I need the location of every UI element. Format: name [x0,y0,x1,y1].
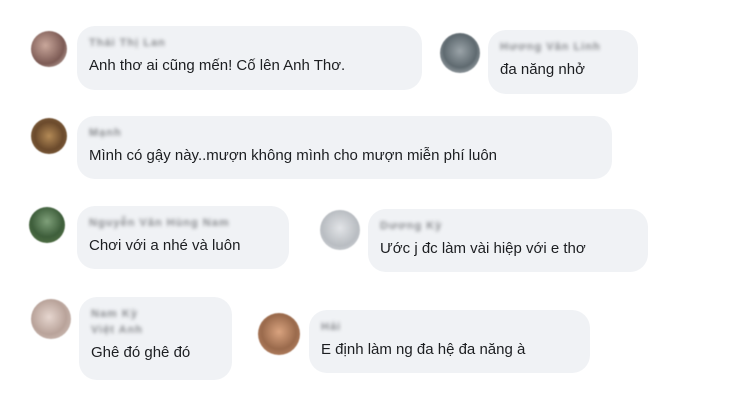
commenter-name[interactable]: Nguyễn Văn Hùng Nam [89,216,277,230]
avatar[interactable] [258,313,300,355]
comment-text: Ước j đc làm vài hiệp với e thơ [380,240,586,257]
commenter-name[interactable]: Hương Văn Linh [500,40,626,54]
avatar[interactable] [31,299,71,339]
comment-text: Ghê đó ghê đó [91,344,191,361]
commenter-name[interactable]: Mạnh [89,126,600,140]
comment-bubble: Mạnh Mình có gậy này..mượn không mình ch… [77,116,612,179]
avatar[interactable] [29,207,65,243]
commenter-name-secondary[interactable]: Việt Anh [91,323,220,337]
commenter-name[interactable]: Hải [321,320,578,334]
comment-text: Mình có gậy này..mượn không mình cho mượ… [89,147,498,164]
comment-bubble: Thái Thị Lan Anh thơ ai cũng mến! Cố lên… [77,26,422,90]
commenter-name[interactable]: Dương Kỳ [380,219,636,233]
comment-bubble: Hải E định làm ng đa hệ đa năng à [309,310,590,373]
comment-text: đa năng nhở [500,61,585,78]
comment-bubble: Nam Kỳ Việt Anh Ghê đó ghê đó [79,297,232,380]
comment-bubble: Dương Kỳ Ước j đc làm vài hiệp với e thơ [368,209,648,272]
avatar[interactable] [31,31,67,67]
commenter-name[interactable]: Thái Thị Lan [89,36,410,50]
avatar[interactable] [440,33,480,73]
comment-text: Chơi với a nhé và luôn [89,237,241,254]
avatar[interactable] [31,118,67,154]
commenter-name[interactable]: Nam Kỳ [91,307,220,321]
comment-bubble: Hương Văn Linh đa năng nhở [488,30,638,94]
comment-text: E định làm ng đa hệ đa năng à [321,341,526,358]
avatar[interactable] [320,210,360,250]
comment-text: Anh thơ ai cũng mến! Cố lên Anh Thơ. [89,57,346,74]
comment-bubble: Nguyễn Văn Hùng Nam Chơi với a nhé và lu… [77,206,289,269]
